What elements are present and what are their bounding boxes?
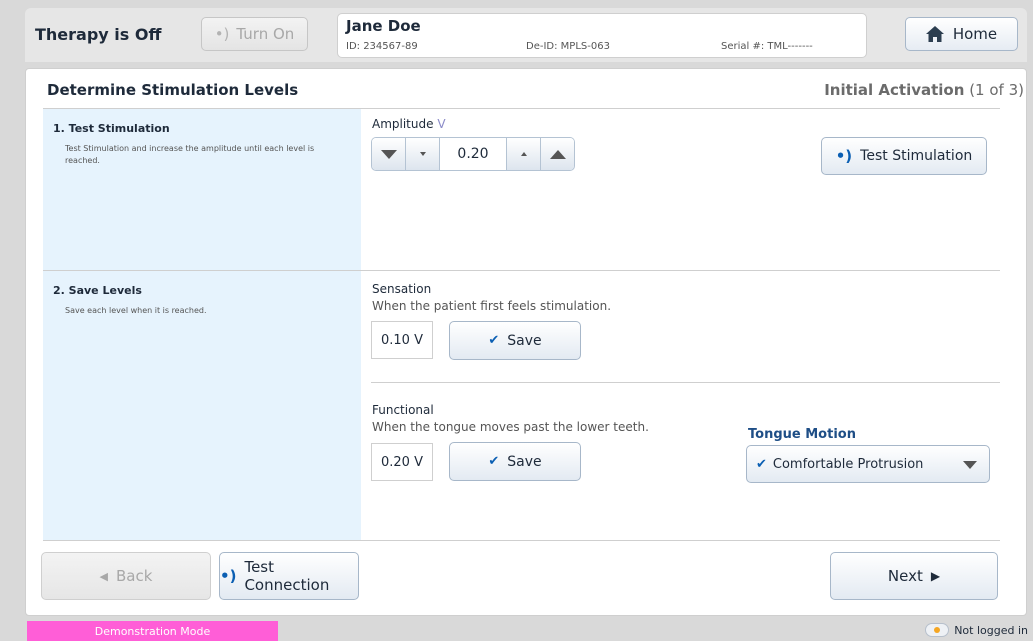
amplitude-stepper[interactable]: 0.20 — [371, 137, 575, 171]
sensation-label: Sensation — [372, 282, 432, 296]
chevron-down-icon — [963, 461, 977, 469]
save-sensation-button[interactable]: ✔ Save — [449, 321, 581, 360]
increase-small-button[interactable] — [506, 138, 540, 170]
triangle-up-icon — [520, 152, 527, 156]
next-button[interactable]: Next ▶ — [830, 552, 998, 600]
functional-label: Functional — [372, 403, 434, 417]
wave-icon: •) — [835, 147, 853, 165]
tongue-motion-selected: Comfortable Protrusion — [772, 456, 924, 472]
amplitude-value: 0.20 — [457, 146, 489, 162]
section2-description: Save each level when it is reached. — [65, 306, 207, 315]
home-icon — [925, 26, 944, 42]
cloud-icon — [925, 623, 950, 637]
back-label: Back — [116, 567, 153, 585]
step-name: Initial Activation — [824, 81, 965, 99]
functional-description: When the tongue moves past the lower tee… — [372, 420, 649, 434]
patient-card: Jane Doe ID: 234567-89 De-ID: MPLS-063 S… — [337, 13, 867, 58]
test-stimulation-button[interactable]: •) Test Stimulation — [821, 137, 987, 175]
decrease-small-button[interactable] — [406, 138, 440, 170]
test-stimulation-label: Test Stimulation — [860, 148, 973, 164]
save-functional-button[interactable]: ✔ Save — [449, 442, 581, 481]
turn-on-label: Turn On — [236, 25, 295, 43]
divider — [43, 540, 1000, 541]
wave-icon: •) — [220, 567, 237, 585]
functional-value: 0.20 V — [371, 443, 433, 481]
demo-mode-banner: Demonstration Mode — [27, 621, 278, 641]
patient-serial: Serial #: TML------- — [721, 41, 813, 52]
turn-on-button[interactable]: •) Turn On — [201, 17, 308, 51]
triangle-down-icon — [380, 149, 397, 159]
divider — [361, 270, 1000, 271]
section2-title: 2. Save Levels — [53, 284, 142, 297]
triangle-up-icon — [549, 149, 566, 159]
divider — [371, 382, 1000, 383]
page-title: Determine Stimulation Levels — [47, 81, 299, 99]
step-indicator: Initial Activation (1 of 3) — [824, 81, 1024, 99]
section1-description: Test Stimulation and increase the amplit… — [65, 144, 315, 165]
patient-id: ID: 234567-89 — [346, 41, 418, 52]
triangle-down-icon — [419, 152, 426, 156]
instructions-column: 1. Test Stimulation Test Stimulation and… — [43, 109, 361, 540]
increase-large-button[interactable] — [540, 138, 574, 170]
right-triangle-icon: ▶ — [930, 569, 941, 583]
header-bar: Therapy is Off •) Turn On Jane Doe ID: 2… — [25, 8, 1027, 62]
main-panel: Determine Stimulation Levels Initial Act… — [25, 68, 1027, 616]
sensation-value: 0.10 V — [371, 321, 433, 359]
next-label: Next — [887, 567, 923, 585]
check-icon: ✔ — [756, 456, 767, 472]
login-status-label: Not logged in — [954, 623, 1028, 637]
decrease-large-button[interactable] — [372, 138, 406, 170]
check-icon: ✔ — [488, 454, 500, 469]
tongue-motion-label: Tongue Motion — [748, 427, 856, 442]
left-triangle-icon: ◀ — [99, 569, 109, 583]
login-status[interactable]: Not logged in — [925, 623, 1028, 637]
back-button[interactable]: ◀ Back — [41, 552, 211, 600]
check-icon: ✔ — [488, 333, 500, 348]
patient-deid: De-ID: MPLS-063 — [526, 41, 610, 52]
patient-name: Jane Doe — [346, 17, 421, 35]
wave-icon: •) — [214, 25, 230, 43]
home-label: Home — [952, 25, 998, 43]
amplitude-unit: V — [437, 117, 446, 131]
sensation-description: When the patient first feels stimulation… — [372, 299, 612, 313]
step-count: (1 of 3) — [969, 81, 1024, 99]
therapy-status: Therapy is Off — [35, 25, 162, 44]
save-label: Save — [507, 332, 542, 349]
test-connection-button[interactable]: •) Test Connection — [219, 552, 359, 600]
divider — [43, 270, 361, 271]
home-button[interactable]: Home — [905, 17, 1018, 51]
test-connection-label: Test Connection — [244, 558, 330, 594]
amplitude-label: Amplitude V — [372, 117, 446, 131]
tongue-motion-dropdown[interactable]: ✔ Comfortable Protrusion — [746, 445, 990, 483]
section1-title: 1. Test Stimulation — [53, 122, 170, 135]
save-label: Save — [507, 453, 542, 470]
